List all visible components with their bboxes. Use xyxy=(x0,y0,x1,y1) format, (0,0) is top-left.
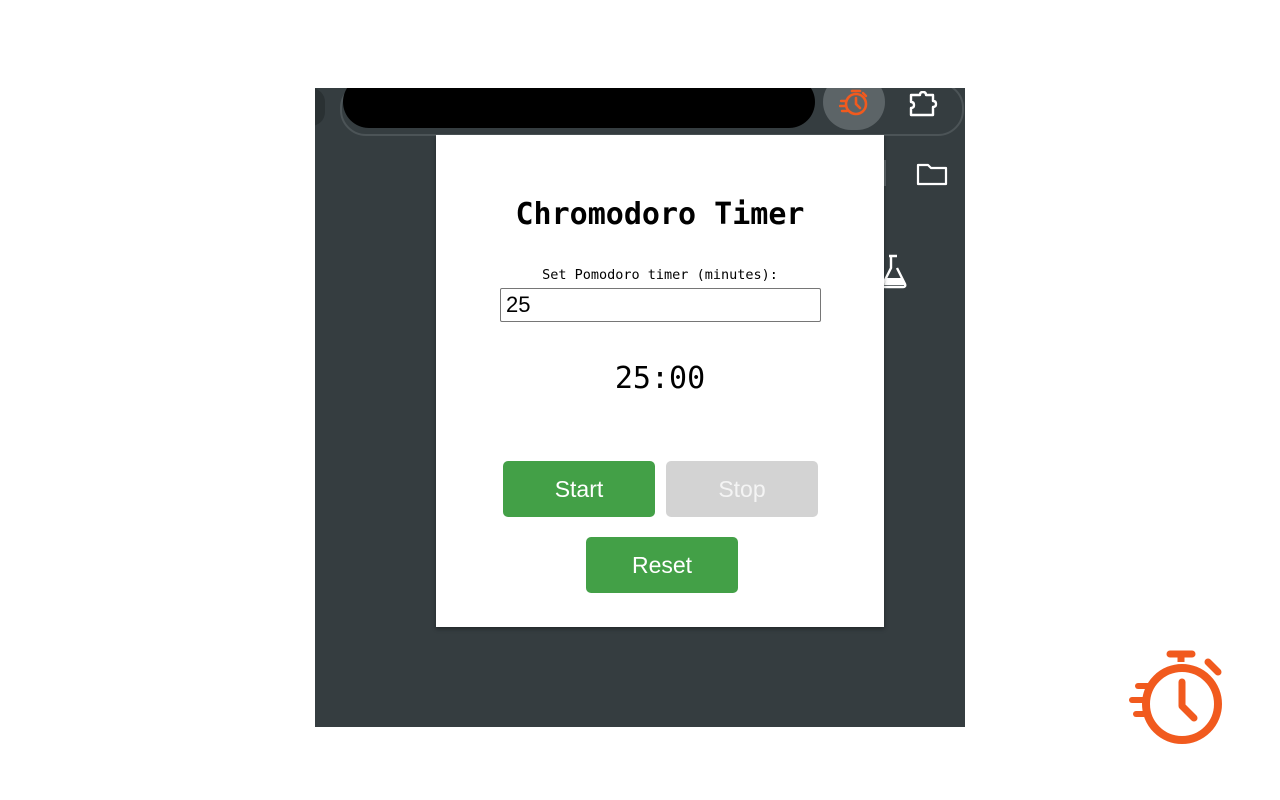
timer-logo-icon xyxy=(1129,650,1222,744)
labs-button[interactable] xyxy=(881,254,909,290)
reset-button[interactable]: Reset xyxy=(586,537,738,593)
extensions-button[interactable] xyxy=(903,88,941,122)
promo-canvas: Chromodoro Timer Set Pomodoro timer (min… xyxy=(0,0,1280,800)
minutes-input[interactable] xyxy=(500,288,821,322)
toolbar-divider xyxy=(884,160,886,186)
extensions-puzzle-icon xyxy=(909,91,938,117)
bookmarks-folder-button[interactable] xyxy=(914,160,950,188)
app-logo xyxy=(1128,648,1228,752)
timer-extension-icon xyxy=(839,89,868,116)
stop-button[interactable]: Stop xyxy=(666,461,818,517)
minutes-label: Set Pomodoro timer (minutes): xyxy=(542,267,778,283)
extension-popup: Chromodoro Timer Set Pomodoro timer (min… xyxy=(436,135,884,627)
flask-icon xyxy=(881,254,907,289)
popup-title: Chromodoro Timer xyxy=(515,197,805,232)
redacted-address xyxy=(343,88,815,128)
folder-icon xyxy=(916,163,948,186)
countdown-display: 25:00 xyxy=(614,361,706,396)
toolbar-left-edge xyxy=(315,88,325,126)
start-button[interactable]: Start xyxy=(503,461,655,517)
browser-window: Chromodoro Timer Set Pomodoro timer (min… xyxy=(315,88,965,727)
